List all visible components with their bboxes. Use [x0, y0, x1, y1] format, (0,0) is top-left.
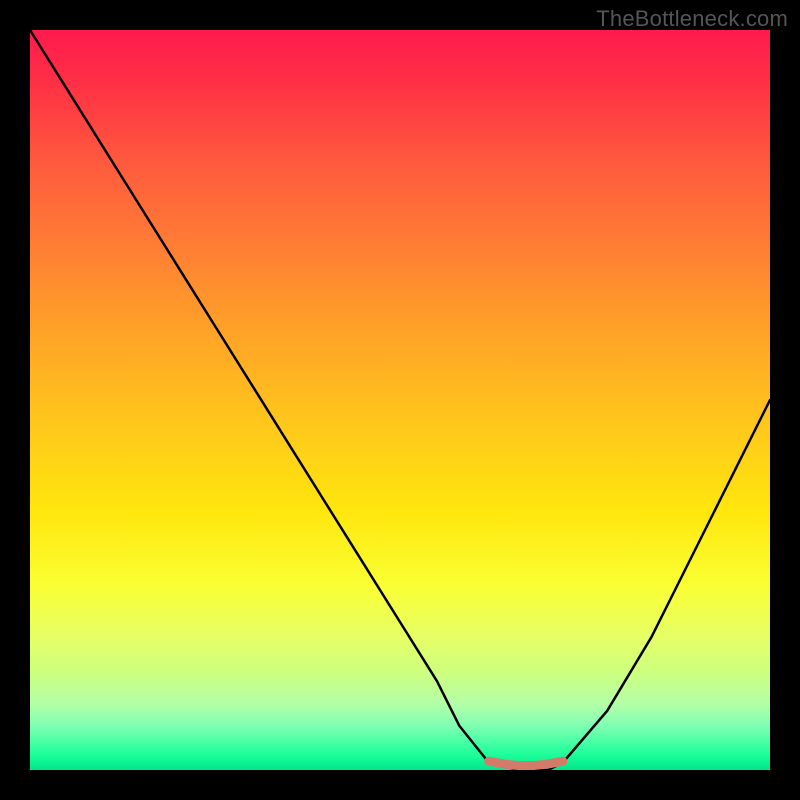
- flat-marker: [489, 761, 563, 765]
- plot-area: [30, 30, 770, 770]
- bottleneck-curve: [30, 30, 770, 770]
- watermark-text: TheBottleneck.com: [596, 6, 788, 32]
- chart-frame: { "watermark": "TheBottleneck.com", "cha…: [0, 0, 800, 800]
- curve-svg: [30, 30, 770, 770]
